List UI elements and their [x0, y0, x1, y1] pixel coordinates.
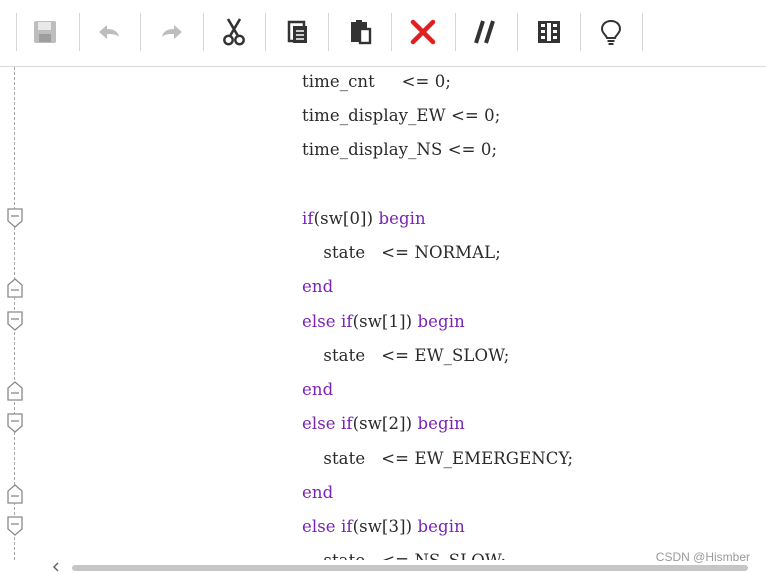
toolbar: [0, 0, 766, 67]
comment-icon: [474, 20, 495, 44]
undo-icon: [99, 25, 119, 39]
code-keyword: begin: [417, 517, 465, 536]
column-button[interactable]: [532, 12, 566, 52]
fold-collapse-icon[interactable]: [6, 515, 24, 537]
toolbar-separator: [391, 13, 392, 51]
code-line: state <= EW_SLOW;: [302, 346, 510, 365]
redo-icon: [162, 25, 182, 39]
fold-end-icon[interactable]: [6, 380, 24, 402]
code-keyword: begin: [378, 209, 426, 228]
code-line: time_display_EW <= 0;: [302, 106, 501, 125]
toolbar-separator: [517, 13, 518, 51]
fold-collapse-icon[interactable]: [6, 207, 24, 229]
toolbar-separator: [328, 13, 329, 51]
code-line: if(sw[0]) begin: [302, 207, 426, 231]
code-keyword: end: [302, 483, 334, 502]
paste-icon: [351, 20, 372, 45]
undo-button[interactable]: [92, 12, 126, 52]
toolbar-separator: [203, 13, 204, 51]
code-keyword: begin: [417, 414, 465, 433]
code-line: time_display_NS <= 0;: [302, 140, 498, 159]
scroll-left-icon[interactable]: [50, 560, 62, 574]
code-keyword: end: [302, 277, 334, 296]
save-button[interactable]: [28, 12, 62, 52]
code-line: end: [302, 481, 333, 505]
fold-collapse-icon[interactable]: [6, 310, 24, 332]
toolbar-separator: [79, 13, 80, 51]
code-text: (sw[1]): [352, 312, 418, 331]
toolbar-separator: [455, 13, 456, 51]
redo-button[interactable]: [155, 12, 189, 52]
code-line: end: [302, 275, 333, 299]
code-text: (sw[0]): [313, 209, 379, 228]
code-keyword: if: [302, 209, 314, 228]
code-editor[interactable]: time_cnt <= 0; time_display_EW <= 0; tim…: [0, 67, 766, 560]
watermark: CSDN @Hismber: [655, 550, 750, 564]
delete-icon: [410, 19, 436, 45]
code-text: (sw[3]): [352, 517, 418, 536]
code-line: state <= EW_EMERGENCY;: [302, 449, 574, 468]
code-keyword: else if: [302, 517, 353, 536]
code-line: else if(sw[3]) begin: [302, 515, 465, 539]
toolbar-separator: [642, 13, 643, 51]
code-line: else if(sw[1]) begin: [302, 310, 465, 334]
delete-button[interactable]: [406, 12, 440, 52]
code-keyword: else if: [302, 312, 353, 331]
copy-button[interactable]: [280, 12, 314, 52]
scrollbar-thumb[interactable]: [72, 565, 748, 571]
toolbar-separator: [140, 13, 141, 51]
column-icon: [538, 21, 560, 43]
code-line: state <= NS_SLOW;: [302, 549, 506, 560]
fold-collapse-icon[interactable]: [6, 412, 24, 434]
paste-button[interactable]: [343, 12, 377, 52]
code-keyword: end: [302, 380, 334, 399]
fold-end-icon[interactable]: [6, 483, 24, 505]
code-text: (sw[2]): [352, 414, 418, 433]
toolbar-separator: [580, 13, 581, 51]
save-icon: [34, 21, 56, 43]
hint-button[interactable]: [594, 12, 628, 52]
toolbar-separator: [265, 13, 266, 51]
lightbulb-icon: [600, 19, 622, 45]
toolbar-separator: [16, 13, 17, 51]
copy-icon: [287, 20, 307, 43]
code-line: end: [302, 378, 333, 402]
code-line: state <= NORMAL;: [302, 243, 501, 262]
code-keyword: else if: [302, 414, 353, 433]
code-line: time_cnt <= 0;: [302, 72, 452, 91]
cut-button[interactable]: [217, 12, 251, 52]
comment-button[interactable]: [468, 12, 502, 52]
cut-icon: [223, 18, 245, 46]
fold-end-icon[interactable]: [6, 277, 24, 299]
code-line: else if(sw[2]) begin: [302, 412, 465, 436]
code-keyword: begin: [417, 312, 465, 331]
